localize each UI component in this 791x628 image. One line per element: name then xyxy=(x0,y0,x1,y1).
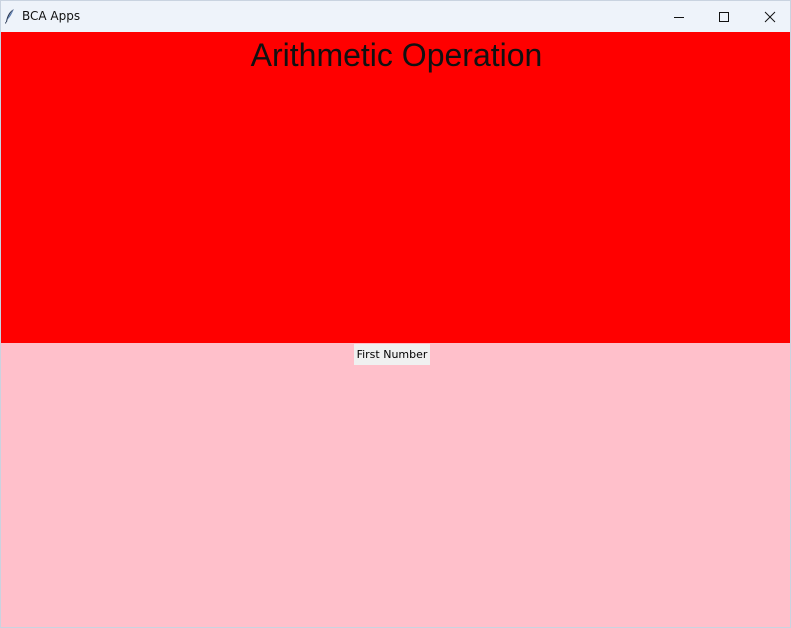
page-title: Arithmetic Operation xyxy=(250,37,543,73)
app-window: BCA Apps Arithmetic Operation First Numb… xyxy=(0,0,791,628)
maximize-icon xyxy=(718,11,730,23)
minimize-icon xyxy=(673,11,685,23)
header-frame: Arithmetic Operation xyxy=(1,32,790,343)
close-button[interactable] xyxy=(747,1,790,32)
feather-icon xyxy=(4,8,16,24)
title-bar[interactable]: BCA Apps xyxy=(1,1,790,32)
input-frame: First Number xyxy=(1,343,790,627)
first-number-label: First Number xyxy=(354,344,430,365)
maximize-button[interactable] xyxy=(701,1,747,32)
window-title: BCA Apps xyxy=(22,9,81,23)
close-icon xyxy=(764,11,776,23)
minimize-button[interactable] xyxy=(656,1,702,32)
